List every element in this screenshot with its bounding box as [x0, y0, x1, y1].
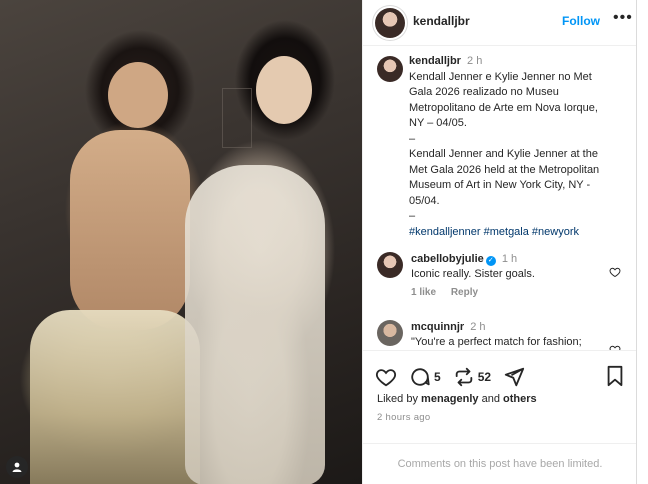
- liked-by-prefix: Liked by: [377, 393, 418, 405]
- repost-icon: [455, 367, 472, 387]
- photo-skirt-left: [30, 310, 200, 484]
- comment-avatar[interactable]: [377, 252, 403, 278]
- photo-figure-left: [70, 130, 190, 330]
- comment-body: "You're a perfect match for fashion;: [411, 336, 582, 348]
- post-details-panel: kendalljbr Follow ••• kendalljbr 2 h Ken…: [362, 0, 637, 484]
- liked-by-others[interactable]: others: [503, 393, 537, 405]
- share-icon: [504, 367, 525, 387]
- caption-body: kendalljbr 2 h Kendall Jenner e Kylie Je…: [409, 54, 631, 240]
- photo-dress-right: [185, 165, 325, 484]
- post-photo[interactable]: [0, 0, 362, 484]
- caption-line: 05/04.: [409, 194, 440, 207]
- caption-line: Kendall Jenner and Kylie Jenner at the: [409, 148, 598, 160]
- caption-hashtags[interactable]: #kendalljenner #metgala #newyork: [409, 225, 631, 241]
- repost-button[interactable]: 52: [453, 366, 491, 388]
- caption-avatar[interactable]: [377, 56, 403, 82]
- like-button[interactable]: [375, 366, 397, 388]
- more-options-icon[interactable]: •••: [613, 9, 633, 27]
- caption-line: NY – 04/05.: [409, 117, 467, 129]
- comment-count: 5: [434, 370, 441, 384]
- action-icons: 5 52: [375, 365, 537, 389]
- heart-icon: [375, 369, 397, 387]
- comment-text: mcquinnjr 2 h "You're a perfect match fo…: [411, 320, 611, 350]
- comment-time: 1 h: [501, 253, 518, 265]
- verified-badge-icon: ✓: [485, 256, 496, 266]
- caption-line: Metropolitano de Arte em Nova Iorque,: [409, 101, 598, 114]
- right-edge: [636, 0, 648, 484]
- photo-background-door: [222, 88, 252, 148]
- comment-username[interactable]: mcquinnjr: [411, 321, 464, 333]
- comment-button[interactable]: 5: [409, 366, 441, 388]
- caption-line: Museum of Art in New York City, NY -: [409, 179, 591, 191]
- bookmark-icon: [607, 365, 623, 387]
- caption-line: Met Gala 2026 held at the Metropolitan: [409, 163, 600, 176]
- comment-time: 2 h: [470, 321, 486, 333]
- comment-likes[interactable]: 1 like: [411, 287, 436, 298]
- follow-button[interactable]: Follow: [562, 14, 600, 28]
- post-time-ago: 2 hours ago: [377, 412, 431, 423]
- repost-count: 52: [477, 370, 492, 384]
- comment-body: Iconic really. Sister goals.: [411, 268, 535, 280]
- comment-username[interactable]: cabellobyjulie: [411, 253, 484, 265]
- liked-by-text: Liked by menagenly and others: [377, 393, 537, 405]
- caption-line: Kendall Jenner e Kylie Jenner no Met: [409, 70, 592, 83]
- caption-line: Gala 2026 realizado no Museu: [409, 86, 559, 98]
- comment-meta: 1 like Reply: [411, 287, 490, 298]
- comment-icon: [411, 368, 430, 386]
- photo-face-left: [108, 62, 168, 128]
- owner-username[interactable]: kendalljbr: [413, 14, 470, 28]
- comment-avatar[interactable]: [377, 320, 403, 346]
- user-tag-icon[interactable]: [6, 456, 28, 478]
- save-button[interactable]: [605, 365, 625, 392]
- heart-icon[interactable]: [609, 266, 621, 278]
- caption-line: –: [409, 210, 416, 222]
- share-button[interactable]: [503, 366, 525, 388]
- liked-by-user[interactable]: menagenly: [421, 393, 478, 405]
- owner-avatar[interactable]: [375, 8, 405, 38]
- post-actions: 5 52 Liked by menagenly and others 2 hou…: [363, 350, 637, 438]
- post-header: kendalljbr Follow •••: [363, 0, 637, 46]
- comment-text: cabellobyjulie ✓ 1 h Iconic really. Siste…: [411, 252, 611, 282]
- liked-by-and: and: [481, 393, 500, 405]
- caption-line: –: [409, 132, 416, 145]
- caption-time: 2 h: [467, 55, 483, 67]
- comments-limited-notice: Comments on this post have been limited.: [363, 443, 637, 484]
- comment-reply-button[interactable]: Reply: [451, 287, 478, 298]
- caption-username[interactable]: kendalljbr: [409, 55, 461, 67]
- photo-face-right: [256, 56, 312, 124]
